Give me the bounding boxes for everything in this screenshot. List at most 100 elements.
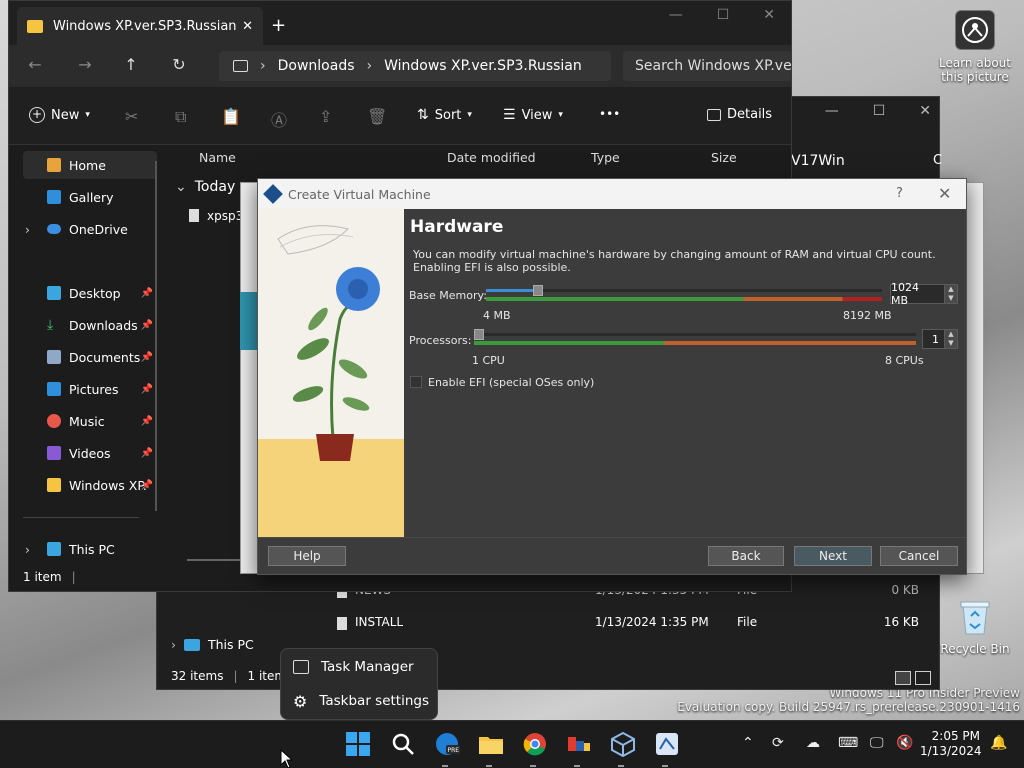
network-icon[interactable]: 🖵 [870,735,884,751]
sync-icon[interactable]: ⟳ [772,735,784,751]
sidebar-item-this-pc[interactable]: › This PC [23,535,157,563]
this-pc-label: This PC [208,637,254,652]
breadcrumb[interactable]: › Downloads › Windows XP.ver.SP3.Russian [219,51,611,81]
search-input[interactable]: Search Windows XP.ver.SP3 [623,51,791,81]
close-icon[interactable]: ✕ [938,184,951,203]
efi-label[interactable]: Enable EFI (special OSes only) [428,376,594,389]
up-arrow-icon[interactable]: ↑ [119,55,143,77]
calculator-app-icon[interactable] [654,731,682,759]
edge-beta-icon[interactable]: PRE [434,731,462,759]
chevron-up-icon[interactable]: ⌃ [742,735,754,751]
colorful-app-icon[interactable] [566,731,594,759]
breadcrumb-downloads[interactable]: Downloads [278,58,355,74]
chevron-right-icon: › [25,541,30,557]
description-line2: Enabling EFI is also possible. [413,261,571,274]
group-today[interactable]: ⌄ Today [175,179,235,195]
table-row[interactable]: INSTALL 1/13/2024 1:35 PM File 16 KB [337,615,927,635]
refresh-icon[interactable]: ↻ [167,55,191,77]
view-button[interactable]: ☰ View ▾ [503,107,563,123]
column-date[interactable]: Date modified [447,145,536,169]
sidebar-item-gallery[interactable]: Gallery [23,183,157,211]
new-button[interactable]: + New ▾ [29,107,90,123]
column-size[interactable]: Size [711,145,737,169]
menu-item-label: Task Manager [321,659,414,675]
memory-spin-buttons[interactable]: ▲ ▼ [944,284,958,304]
memory-value-input[interactable]: 1024 MB [890,281,946,307]
tab-windows-xp[interactable]: Windows XP.ver.SP3.Russian ✕ [17,7,263,45]
close-icon[interactable]: ✕ [763,7,775,23]
cut-icon[interactable]: ✂ [125,107,138,126]
processors-value-input[interactable]: 1 [922,329,946,349]
cancel-button[interactable]: Cancel [880,546,958,566]
minimize-icon[interactable]: — [825,103,839,119]
folder-icon [27,19,43,33]
notification-bell-icon[interactable]: 🔔 [990,735,1007,751]
sidebar-item-videos[interactable]: Videos 📌 [23,439,157,467]
menu-item-task-manager[interactable]: Task Manager [293,655,414,679]
tab-title: Windows XP.ver.SP3.Russian [53,18,237,34]
more-options-icon[interactable]: ••• [599,107,620,121]
rename-icon[interactable]: Ⓐ [271,107,287,131]
cloud-offline-icon[interactable]: ☁ [806,735,820,751]
memory-slider-handle[interactable] [533,285,543,296]
recycle-bin[interactable]: Recycle Bin [940,598,1010,656]
back-view-toggle[interactable] [895,671,931,685]
memory-slider[interactable] [486,285,882,305]
forward-arrow-icon[interactable]: → [73,55,97,77]
back-nav-this-pc[interactable]: › This PC [171,637,254,652]
sidebar-item-pictures[interactable]: Pictures 📌 [23,375,157,403]
processors-slider-handle[interactable] [474,329,484,340]
clock[interactable]: 2:05 PM 1/13/2024 [920,729,982,759]
menu-item-taskbar-settings[interactable]: ⚙ Taskbar settings [293,689,429,713]
next-button[interactable]: Next [794,546,872,566]
back-arrow-icon[interactable]: ← [23,55,47,77]
details-pane-icon [707,108,721,121]
help-button[interactable]: Help [268,546,346,566]
document-icon [47,350,61,364]
sidebar-item-documents[interactable]: Documents 📌 [23,343,157,371]
breadcrumb-current[interactable]: Windows XP.ver.SP3.Russian [384,58,582,74]
delete-icon[interactable]: 🗑 [367,107,387,126]
close-icon[interactable]: ✕ [919,103,931,119]
tiles-view-icon[interactable] [915,671,931,685]
chrome-icon[interactable] [522,731,550,759]
sidebar-item-desktop[interactable]: Desktop 📌 [23,279,157,307]
folder-icon [47,478,61,492]
sidebar-item-onedrive[interactable]: › OneDrive [23,215,157,243]
back-button[interactable]: Back [708,546,784,566]
hscroll[interactable] [187,559,243,561]
sidebar-item-home[interactable]: Home [23,151,157,179]
row-size: 16 KB [883,615,919,629]
details-button[interactable]: Details [707,107,772,122]
share-icon[interactable]: ⇪ [319,107,332,126]
details-view-icon[interactable] [895,671,911,685]
sidebar-scrollbar[interactable] [155,161,157,511]
column-type[interactable]: Type [591,145,620,169]
copy-icon[interactable]: ⧉ [175,107,186,127]
maximize-icon[interactable]: ☐ [873,103,886,119]
sidebar-item-windows-xp[interactable]: Windows XP. 📌 [23,471,157,499]
new-tab-icon[interactable]: + [271,15,286,36]
close-tab-icon[interactable]: ✕ [242,19,253,34]
column-name[interactable]: Name [199,145,236,169]
efi-checkbox[interactable] [410,376,422,388]
maximize-icon[interactable]: ☐ [717,7,730,23]
learn-about-picture-icon[interactable]: Learn about this picture [938,10,1012,84]
sidebar-item-label: Downloads [69,317,138,333]
sort-button[interactable]: ⇅ Sort ▾ [417,107,472,123]
help-question-icon[interactable]: ? [896,186,903,201]
file-explorer-icon[interactable] [478,731,506,759]
start-windows-icon[interactable] [345,731,373,759]
minimize-icon[interactable]: — [669,7,683,23]
paste-icon[interactable]: 📋 [221,107,241,126]
virtualbox-icon[interactable] [610,731,638,759]
volume-muted-icon[interactable]: 🔇 [896,735,913,751]
processors-spin-buttons[interactable]: ▲ ▼ [944,329,958,349]
processors-slider[interactable] [474,329,916,349]
sidebar-item-music[interactable]: Music 📌 [23,407,157,435]
sidebar-item-downloads[interactable]: ⤓ Downloads 📌 [23,311,157,339]
menu-item-label: Taskbar settings [319,693,429,709]
row-size: 0 KB [891,583,919,597]
keyboard-icon[interactable]: ⌨ [838,735,858,751]
search-icon[interactable] [390,731,418,759]
